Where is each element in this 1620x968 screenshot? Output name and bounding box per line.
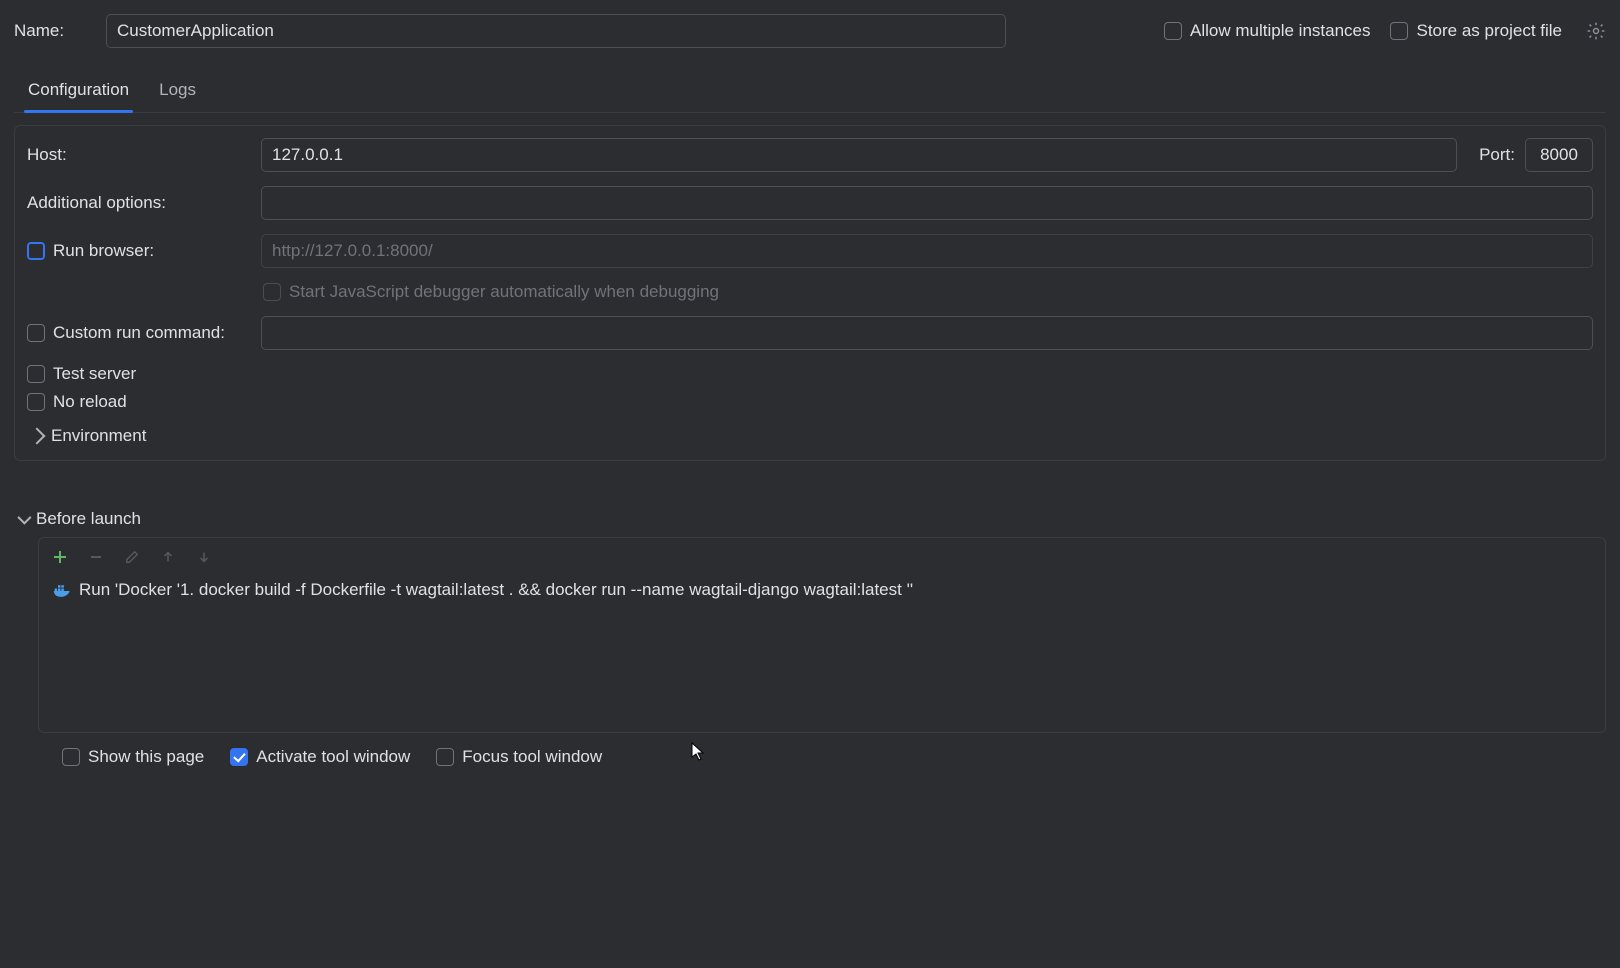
checkbox-box [1164,22,1182,40]
environment-expander[interactable]: Environment [27,426,1593,446]
focus-tool-window-checkbox[interactable]: Focus tool window [436,747,602,767]
activate-tool-window-checkbox[interactable]: Activate tool window [230,747,410,767]
start-js-debugger-checkbox: Start JavaScript debugger automatically … [263,282,719,302]
allow-multiple-instances-label: Allow multiple instances [1190,21,1370,41]
checkbox-box [27,393,45,411]
focus-tool-window-label: Focus tool window [462,747,602,767]
checkbox-box [27,324,45,342]
checkbox-box [62,748,80,766]
add-task-button[interactable] [51,548,69,566]
edit-task-button[interactable] [123,548,141,566]
move-up-button[interactable] [159,548,177,566]
checkbox-box [1390,22,1408,40]
chevron-right-icon [29,428,46,445]
gear-icon[interactable] [1586,21,1606,41]
before-launch-task-text: Run 'Docker '1. docker build -f Dockerfi… [79,580,913,600]
docker-icon [53,583,71,597]
before-launch-task[interactable]: Run 'Docker '1. docker build -f Dockerfi… [49,576,1595,604]
configuration-panel: Host: Port: Additional options: Run brow… [14,125,1606,461]
store-as-project-file-checkbox[interactable]: Store as project file [1390,21,1562,41]
checkbox-box [27,242,45,260]
before-launch-title: Before launch [36,509,141,529]
test-server-checkbox[interactable]: Test server [27,364,136,384]
move-down-button[interactable] [195,548,213,566]
port-label: Port: [1479,145,1515,165]
checkbox-box [230,748,248,766]
run-browser-label: Run browser: [53,241,154,261]
before-launch-panel: Run 'Docker '1. docker build -f Dockerfi… [38,537,1606,733]
name-input[interactable] [106,14,1006,48]
custom-run-command-input[interactable] [261,316,1593,350]
additional-options-input[interactable] [261,186,1593,220]
tabs-bar: Configuration Logs [14,70,1606,113]
show-this-page-label: Show this page [88,747,204,767]
custom-run-command-label: Custom run command: [53,323,225,343]
run-browser-checkbox[interactable]: Run browser: [27,241,154,261]
start-js-debugger-label: Start JavaScript debugger automatically … [289,282,719,302]
port-input[interactable] [1525,138,1593,172]
name-field-label: Name: [14,21,94,41]
environment-label: Environment [51,426,146,446]
activate-tool-window-label: Activate tool window [256,747,410,767]
tab-configuration[interactable]: Configuration [26,70,131,112]
custom-run-command-checkbox[interactable]: Custom run command: [27,323,225,343]
run-browser-url-input [261,234,1593,268]
before-launch-expander[interactable]: Before launch [18,509,1606,529]
no-reload-checkbox[interactable]: No reload [27,392,127,412]
no-reload-label: No reload [53,392,127,412]
show-this-page-checkbox[interactable]: Show this page [62,747,204,767]
host-label: Host: [27,145,251,165]
host-input[interactable] [261,138,1457,172]
test-server-label: Test server [53,364,136,384]
store-as-project-file-label: Store as project file [1416,21,1562,41]
allow-multiple-instances-checkbox[interactable]: Allow multiple instances [1164,21,1370,41]
chevron-down-icon [17,511,31,525]
tab-logs[interactable]: Logs [157,70,198,112]
remove-task-button[interactable] [87,548,105,566]
additional-options-label: Additional options: [27,193,251,213]
checkbox-box [263,283,281,301]
checkbox-box [27,365,45,383]
checkbox-box [436,748,454,766]
